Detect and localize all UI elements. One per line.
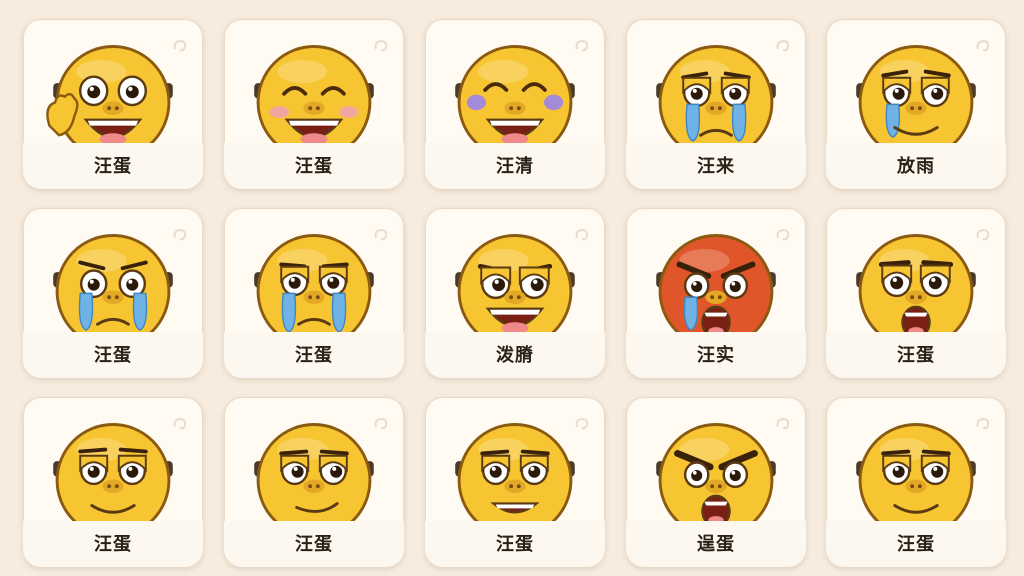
sticker-tile[interactable]: 汪清 bbox=[425, 19, 605, 189]
sticker-tile[interactable]: 汪蛋 bbox=[224, 19, 404, 189]
sticker-label: 汪蛋 bbox=[94, 345, 132, 366]
sticker-label: 汪清 bbox=[496, 156, 534, 177]
watermark-icon bbox=[374, 228, 388, 241]
sticker-tile[interactable]: 汪蛋 bbox=[425, 397, 605, 567]
sticker-label: 汪蛋 bbox=[295, 156, 333, 177]
sticker-tile[interactable]: 泼膌 bbox=[425, 208, 605, 378]
sticker-label: 汪蛋 bbox=[94, 534, 132, 555]
sticker-tile[interactable]: 放雨 bbox=[826, 19, 1006, 189]
sticker-label: 汪蛋 bbox=[295, 345, 333, 366]
sticker-label: 汪蛋 bbox=[295, 534, 333, 555]
watermark-icon bbox=[575, 417, 589, 430]
sticker-tile[interactable]: 汪蛋 bbox=[826, 397, 1006, 567]
watermark-icon bbox=[776, 39, 790, 52]
sticker-tile[interactable]: 逞蛋 bbox=[626, 397, 806, 567]
watermark-icon bbox=[374, 417, 388, 430]
sticker-tile[interactable]: 汪实 bbox=[626, 208, 806, 378]
watermark-icon bbox=[575, 39, 589, 52]
sticker-label: 汪蛋 bbox=[94, 156, 132, 177]
watermark-icon bbox=[976, 228, 990, 241]
watermark-icon bbox=[374, 39, 388, 52]
watermark-icon bbox=[575, 228, 589, 241]
sticker-tile[interactable]: 汪蛋 bbox=[224, 397, 404, 567]
watermark-icon bbox=[173, 39, 187, 52]
watermark-icon bbox=[173, 417, 187, 430]
watermark-icon bbox=[976, 417, 990, 430]
watermark-icon bbox=[173, 228, 187, 241]
sticker-label: 泼膌 bbox=[496, 345, 534, 366]
watermark-icon bbox=[976, 39, 990, 52]
watermark-icon bbox=[776, 417, 790, 430]
sticker-tile[interactable]: 汪蛋 bbox=[224, 208, 404, 378]
sticker-label: 逞蛋 bbox=[697, 534, 735, 555]
sticker-label: 汪蛋 bbox=[897, 534, 935, 555]
sticker-label: 汪蛋 bbox=[897, 345, 935, 366]
sticker-label: 汪蛋 bbox=[496, 534, 534, 555]
sticker-tile[interactable]: 汪来 bbox=[626, 19, 806, 189]
sticker-grid: 汪蛋 汪蛋 汪清 汪来 放雨 汪蛋 汪蛋 泼膌 汪实 汪蛋 汪蛋 汪蛋 汪蛋 逞… bbox=[0, 0, 1024, 576]
watermark-icon bbox=[776, 228, 790, 241]
sticker-tile[interactable]: 汪蛋 bbox=[23, 208, 203, 378]
sticker-label: 汪实 bbox=[697, 345, 735, 366]
sticker-tile[interactable]: 汪蛋 bbox=[23, 397, 203, 567]
sticker-label: 放雨 bbox=[897, 156, 935, 177]
sticker-tile[interactable]: 汪蛋 bbox=[23, 19, 203, 189]
sticker-tile[interactable]: 汪蛋 bbox=[826, 208, 1006, 378]
sticker-label: 汪来 bbox=[697, 156, 735, 177]
